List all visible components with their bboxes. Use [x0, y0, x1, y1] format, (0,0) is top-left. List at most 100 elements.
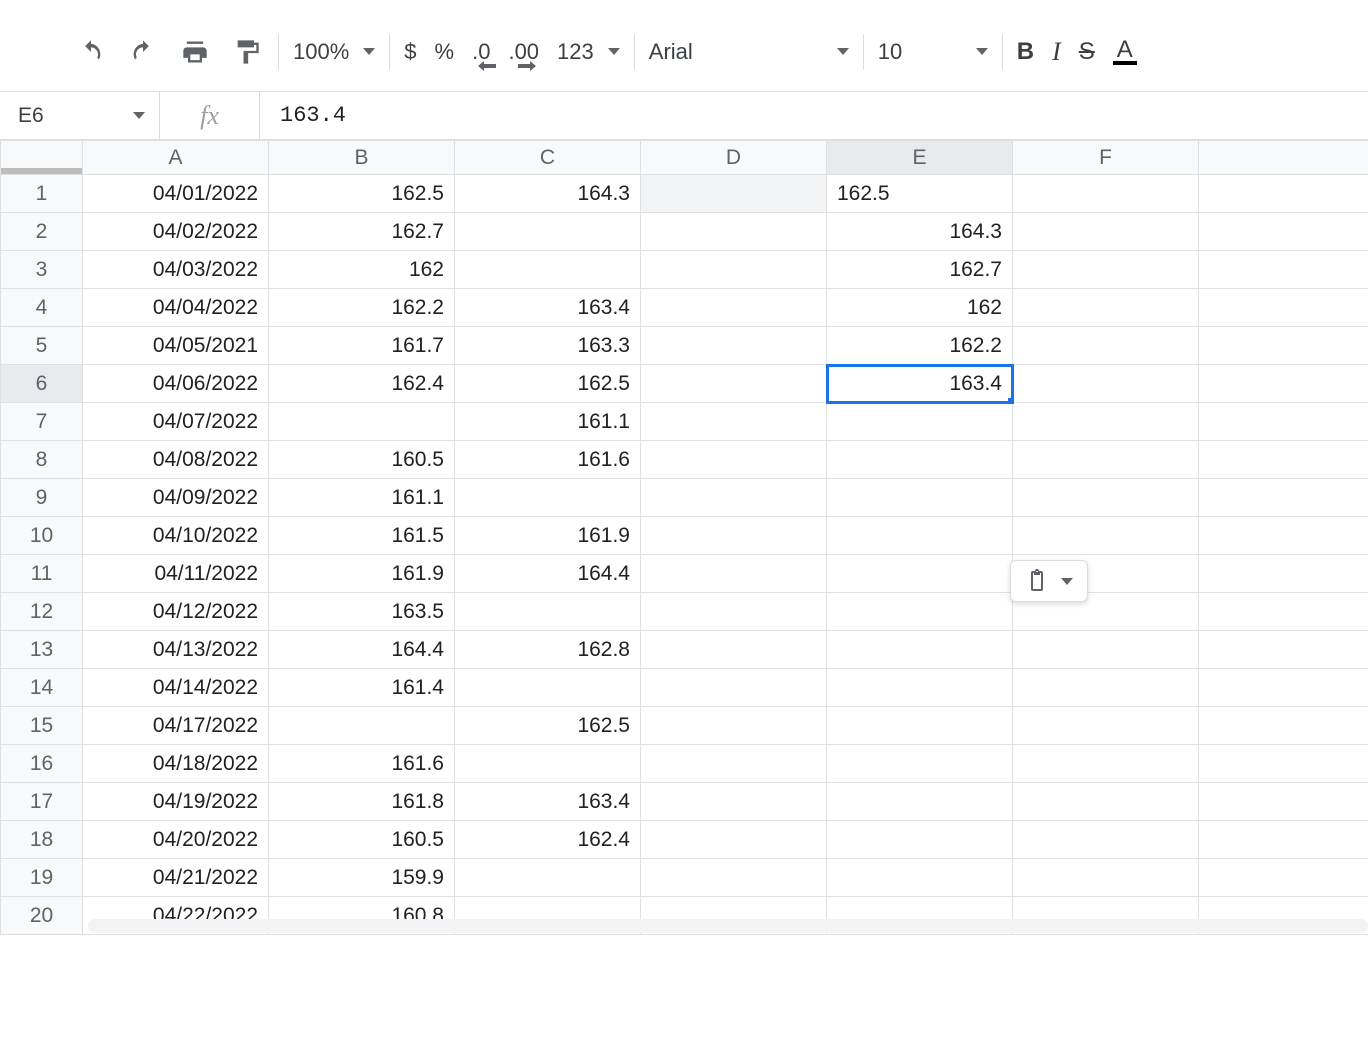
cell-C13[interactable]: 162.8: [455, 631, 641, 669]
col-header-A[interactable]: A: [83, 141, 269, 175]
cell-A1[interactable]: 04/01/2022: [83, 175, 269, 213]
cell-D3[interactable]: [641, 251, 827, 289]
cell-C17[interactable]: 163.4: [455, 783, 641, 821]
cell-E17[interactable]: [827, 783, 1013, 821]
cell-F18[interactable]: [1013, 821, 1199, 859]
cell-E4[interactable]: 162: [827, 289, 1013, 327]
cell-B11[interactable]: 161.9: [269, 555, 455, 593]
cell-blank-7[interactable]: [1199, 403, 1368, 441]
cell-C9[interactable]: [455, 479, 641, 517]
cell-F14[interactable]: [1013, 669, 1199, 707]
cell-blank-17[interactable]: [1199, 783, 1368, 821]
cell-B16[interactable]: 161.6: [269, 745, 455, 783]
cell-D6[interactable]: [641, 365, 827, 403]
row-header-19[interactable]: 19: [1, 859, 83, 897]
undo-icon[interactable]: [74, 35, 108, 69]
cell-F8[interactable]: [1013, 441, 1199, 479]
cell-blank-18[interactable]: [1199, 821, 1368, 859]
formula-input[interactable]: 163.4: [260, 92, 1368, 139]
italic-button[interactable]: I: [1052, 37, 1061, 67]
cell-C14[interactable]: [455, 669, 641, 707]
row-header-16[interactable]: 16: [1, 745, 83, 783]
more-formats-button[interactable]: 123: [557, 39, 620, 65]
decrease-decimal-button[interactable]: .0: [472, 39, 490, 65]
row-header-7[interactable]: 7: [1, 403, 83, 441]
cell-blank-9[interactable]: [1199, 479, 1368, 517]
cell-A11[interactable]: 04/11/2022: [83, 555, 269, 593]
cell-A3[interactable]: 04/03/2022: [83, 251, 269, 289]
cell-C2[interactable]: [455, 213, 641, 251]
select-all-corner[interactable]: [1, 141, 83, 175]
cell-E8[interactable]: [827, 441, 1013, 479]
row-header-15[interactable]: 15: [1, 707, 83, 745]
cell-B13[interactable]: 164.4: [269, 631, 455, 669]
row-header-5[interactable]: 5: [1, 327, 83, 365]
cell-D12[interactable]: [641, 593, 827, 631]
cell-F3[interactable]: [1013, 251, 1199, 289]
cell-B7[interactable]: [269, 403, 455, 441]
cell-B3[interactable]: 162: [269, 251, 455, 289]
cell-A17[interactable]: 04/19/2022: [83, 783, 269, 821]
cell-A10[interactable]: 04/10/2022: [83, 517, 269, 555]
cell-D17[interactable]: [641, 783, 827, 821]
cell-B10[interactable]: 161.5: [269, 517, 455, 555]
cell-E2[interactable]: 164.3: [827, 213, 1013, 251]
cell-blank-14[interactable]: [1199, 669, 1368, 707]
cell-B12[interactable]: 163.5: [269, 593, 455, 631]
cell-B17[interactable]: 161.8: [269, 783, 455, 821]
col-header-G[interactable]: [1199, 141, 1368, 175]
cell-E12[interactable]: [827, 593, 1013, 631]
cell-B6[interactable]: 162.4: [269, 365, 455, 403]
cell-C8[interactable]: 161.6: [455, 441, 641, 479]
cell-E3[interactable]: 162.7: [827, 251, 1013, 289]
cell-blank-2[interactable]: [1199, 213, 1368, 251]
cell-E7[interactable]: [827, 403, 1013, 441]
cell-B5[interactable]: 161.7: [269, 327, 455, 365]
zoom-select[interactable]: 100%: [293, 39, 375, 65]
cell-B19[interactable]: 159.9: [269, 859, 455, 897]
cell-E5[interactable]: 162.2: [827, 327, 1013, 365]
cell-blank-12[interactable]: [1199, 593, 1368, 631]
cell-blank-10[interactable]: [1199, 517, 1368, 555]
cell-A15[interactable]: 04/17/2022: [83, 707, 269, 745]
cell-E11[interactable]: [827, 555, 1013, 593]
row-header-10[interactable]: 10: [1, 517, 83, 555]
cell-C18[interactable]: 162.4: [455, 821, 641, 859]
cell-F7[interactable]: [1013, 403, 1199, 441]
cell-F13[interactable]: [1013, 631, 1199, 669]
cell-C15[interactable]: 162.5: [455, 707, 641, 745]
font-family-select[interactable]: Arial: [649, 39, 849, 65]
col-header-F[interactable]: F: [1013, 141, 1199, 175]
cell-A7[interactable]: 04/07/2022: [83, 403, 269, 441]
text-color-button[interactable]: A: [1113, 39, 1137, 65]
cell-E6[interactable]: 163.4: [827, 365, 1013, 403]
row-header-6[interactable]: 6: [1, 365, 83, 403]
cell-F4[interactable]: [1013, 289, 1199, 327]
cell-B18[interactable]: 160.5: [269, 821, 455, 859]
cell-blank-4[interactable]: [1199, 289, 1368, 327]
cell-A2[interactable]: 04/02/2022: [83, 213, 269, 251]
cell-F1[interactable]: [1013, 175, 1199, 213]
cell-B8[interactable]: 160.5: [269, 441, 455, 479]
cell-A12[interactable]: 04/12/2022: [83, 593, 269, 631]
cell-blank-1[interactable]: [1199, 175, 1368, 213]
cell-C16[interactable]: [455, 745, 641, 783]
cell-D7[interactable]: [641, 403, 827, 441]
row-header-2[interactable]: 2: [1, 213, 83, 251]
cell-E10[interactable]: [827, 517, 1013, 555]
cell-A19[interactable]: 04/21/2022: [83, 859, 269, 897]
cell-B4[interactable]: 162.2: [269, 289, 455, 327]
row-header-20[interactable]: 20: [1, 897, 83, 935]
cell-C5[interactable]: 163.3: [455, 327, 641, 365]
cell-E13[interactable]: [827, 631, 1013, 669]
col-header-E[interactable]: E: [827, 141, 1013, 175]
cell-E16[interactable]: [827, 745, 1013, 783]
format-percent-button[interactable]: %: [435, 39, 455, 65]
row-header-11[interactable]: 11: [1, 555, 83, 593]
cell-C1[interactable]: 164.3: [455, 175, 641, 213]
cell-D5[interactable]: [641, 327, 827, 365]
cell-E15[interactable]: [827, 707, 1013, 745]
cell-B9[interactable]: 161.1: [269, 479, 455, 517]
cell-C12[interactable]: [455, 593, 641, 631]
cell-blank-8[interactable]: [1199, 441, 1368, 479]
